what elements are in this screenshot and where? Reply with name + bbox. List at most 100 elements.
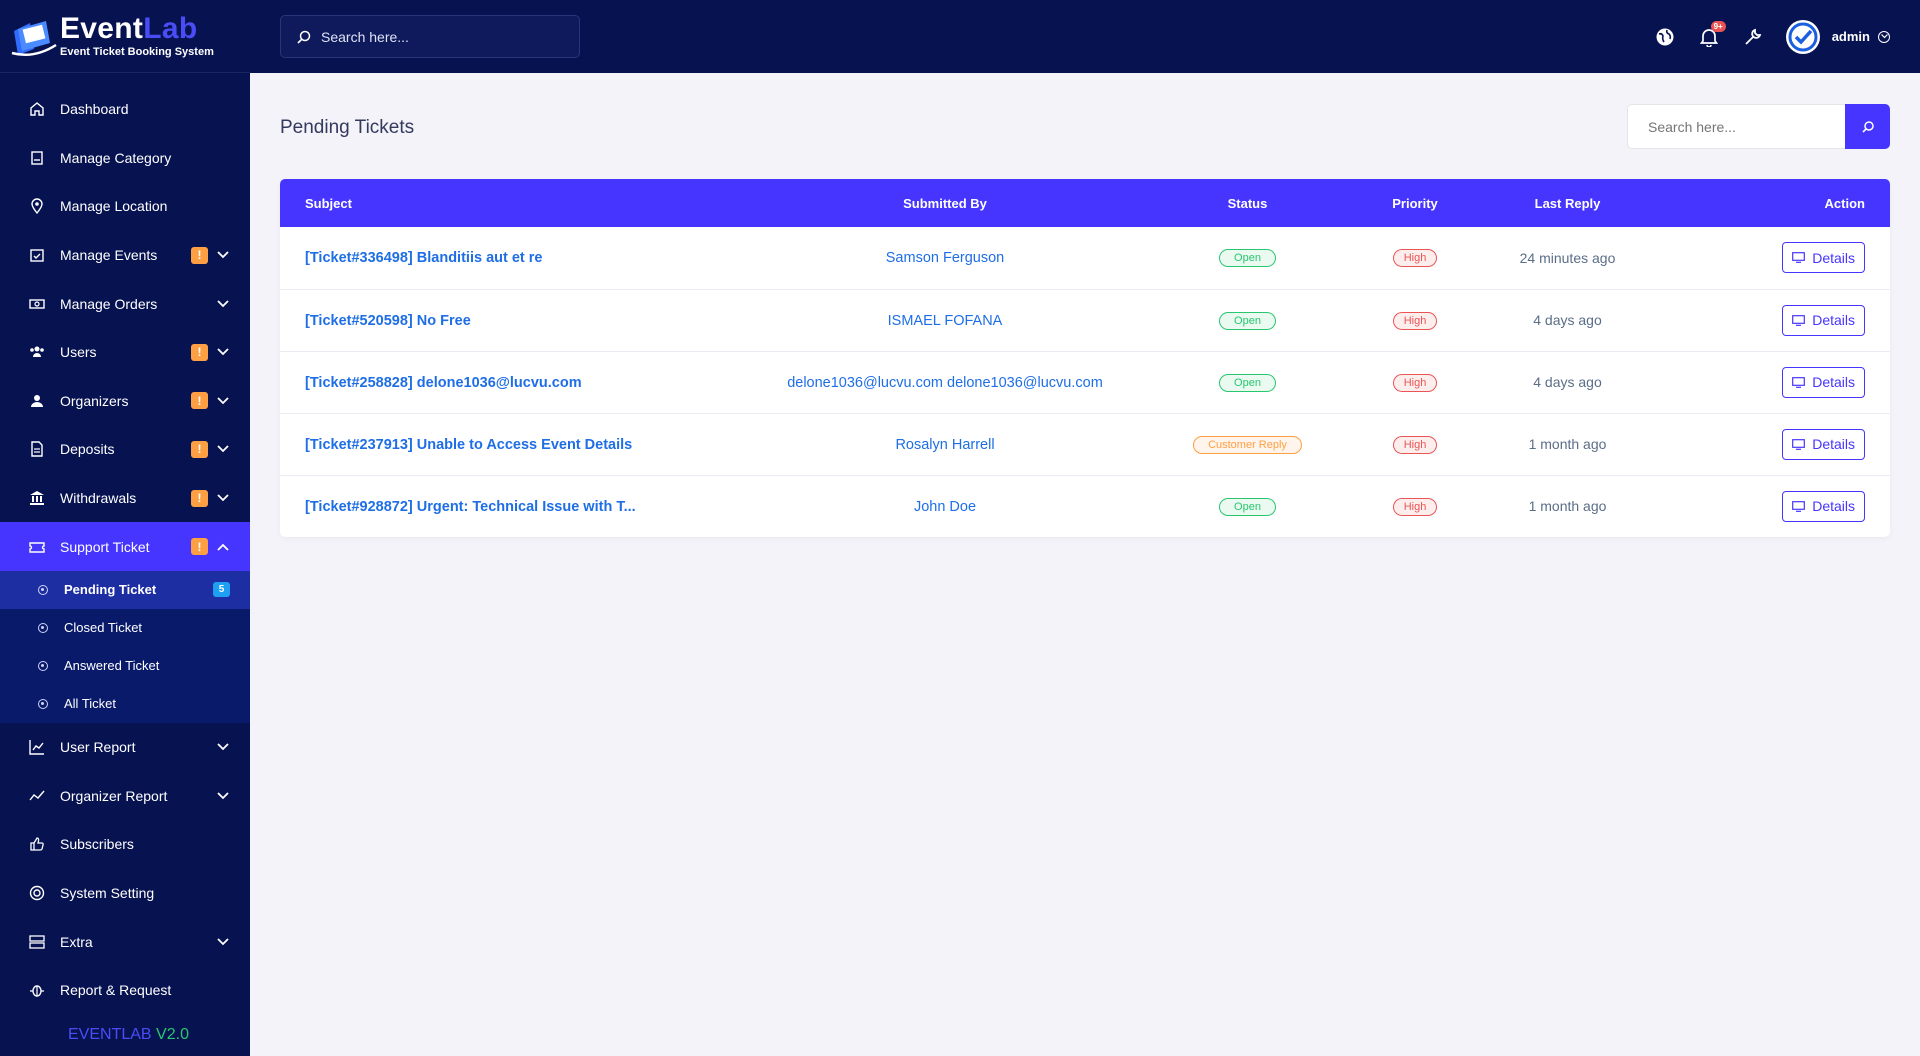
chevron-down-circle-icon[interactable] — [1878, 30, 1890, 43]
support-ticket-submenu: Pending Ticket 5 Closed Ticket Answered … — [0, 570, 250, 723]
trend-icon — [28, 787, 46, 805]
last-reply: 1 month ago — [1528, 498, 1607, 515]
home-icon — [28, 100, 46, 118]
warning-badge: ! — [191, 246, 208, 264]
topbar-actions: 9+ admin — [1632, 0, 1890, 73]
warning-badge: ! — [191, 489, 208, 507]
details-button[interactable]: Details — [1782, 428, 1865, 460]
details-button[interactable]: Details — [1782, 490, 1865, 522]
priority-badge: High — [1392, 311, 1438, 330]
chevron-down-icon — [216, 937, 230, 946]
col-header-submitted-by: Submitted By — [903, 195, 987, 211]
circle-dot-icon — [38, 698, 48, 709]
avatar[interactable] — [1785, 19, 1820, 54]
last-reply: 4 days ago — [1533, 374, 1602, 390]
book-icon — [28, 149, 46, 167]
status-badge: Open — [1219, 497, 1276, 516]
sidebar-item-report-request[interactable]: Report & Request — [0, 966, 250, 1015]
col-header-action: Action — [1824, 195, 1865, 211]
sidebar-subitem-answered-ticket[interactable]: Answered Ticket — [0, 647, 250, 685]
page-search-input[interactable] — [1627, 104, 1845, 149]
ticket-subject-link[interactable]: [Ticket#258828] delone1036@lucvu.com — [305, 375, 582, 391]
sidebar-menu-lower: User Report Organizer Report Subscribers… — [0, 723, 250, 1015]
organizers-icon — [28, 392, 46, 410]
submitted-by-link[interactable]: John Doe — [914, 499, 976, 515]
chevron-down-icon — [216, 300, 230, 308]
wrench-icon[interactable] — [1742, 26, 1764, 48]
priority-badge: High — [1392, 249, 1438, 268]
warning-badge: ! — [191, 392, 208, 410]
sidebar-item-organizer-report[interactable]: Organizer Report — [0, 772, 250, 821]
bell-icon[interactable]: 9+ — [1698, 20, 1726, 48]
bug-icon — [28, 981, 46, 999]
sidebar-item-system-setting[interactable]: System Setting — [0, 869, 250, 918]
details-button[interactable]: Details — [1782, 366, 1865, 398]
circle-dot-icon — [38, 660, 48, 671]
sidebar: EventLab Event Ticket Booking System Das… — [0, 0, 250, 1056]
sidebar-item-users[interactable]: Users ! — [0, 328, 250, 377]
server-icon — [28, 933, 46, 951]
search-button[interactable] — [1845, 104, 1890, 149]
sidebar-item-withdrawals[interactable]: Withdrawals ! — [0, 474, 250, 523]
sidebar-item-user-report[interactable]: User Report — [0, 723, 250, 772]
status-badge: Customer Reply — [1193, 435, 1302, 454]
users-icon — [28, 343, 46, 361]
app-version: EVENTLAB V2.0 — [68, 1026, 189, 1043]
globe-icon[interactable] — [1654, 26, 1676, 48]
circle-dot-icon — [38, 622, 48, 633]
col-header-subject: Subject — [305, 195, 352, 211]
warning-badge: ! — [191, 440, 208, 458]
sidebar-item-subscribers[interactable]: Subscribers — [0, 820, 250, 869]
table-row: [Ticket#258828] delone1036@lucvu.com del… — [280, 351, 1890, 413]
details-button[interactable]: Details — [1782, 242, 1865, 274]
topbar: Search here... 9+ admin — [250, 0, 1920, 73]
sidebar-item-deposits[interactable]: Deposits ! — [0, 425, 250, 474]
ticket-subject-link[interactable]: [Ticket#928872] Urgent: Technical Issue … — [305, 499, 636, 515]
circle-dot-icon — [38, 584, 48, 595]
sidebar-subitem-pending-ticket[interactable]: Pending Ticket 5 — [0, 570, 250, 609]
submitted-by-link[interactable]: Rosalyn Harrell — [895, 437, 994, 453]
brand-name: EventLab — [60, 12, 198, 45]
main-content: Pending Tickets Subject Submitted By Sta… — [250, 73, 1920, 1056]
submitted-by-link[interactable]: Samson Ferguson — [886, 250, 1004, 266]
sidebar-item-support-ticket[interactable]: Support Ticket ! — [0, 522, 250, 571]
brand[interactable]: EventLab Event Ticket Booking System — [0, 0, 250, 73]
sidebar-item-dashboard[interactable]: Dashboard — [0, 85, 250, 134]
desktop-icon — [1792, 314, 1806, 326]
desktop-icon — [1792, 500, 1806, 512]
col-header-last-reply: Last Reply — [1534, 195, 1601, 211]
map-pin-icon — [28, 197, 46, 215]
sidebar-item-organizers[interactable]: Organizers ! — [0, 377, 250, 426]
chart-icon — [28, 738, 46, 756]
ticket-subject-link[interactable]: [Ticket#520598] No Free — [305, 313, 471, 329]
chevron-down-icon — [216, 743, 230, 751]
last-reply: 1 month ago — [1528, 436, 1607, 452]
life-ring-icon — [28, 884, 46, 902]
status-badge: Open — [1219, 311, 1276, 330]
ticket-subject-link[interactable]: [Ticket#336498] Blanditiis aut et re — [305, 250, 542, 266]
topbar-search-input[interactable]: Search here... — [280, 15, 580, 58]
table-row: [Ticket#928872] Urgent: Technical Issue … — [280, 475, 1890, 537]
chevron-down-icon — [216, 445, 230, 453]
file-invoice-icon — [28, 440, 46, 458]
col-header-status: Status — [1227, 195, 1268, 211]
tickets-table-card: Subject Submitted By Status Priority Las… — [280, 179, 1890, 537]
sidebar-subitem-all-ticket[interactable]: All Ticket — [0, 685, 250, 723]
submitted-by-link[interactable]: delone1036@lucvu.com delone1036@lucvu.co… — [787, 375, 1103, 391]
details-button[interactable]: Details — [1782, 304, 1865, 336]
user-name[interactable]: admin — [1832, 29, 1870, 44]
warning-badge: ! — [191, 538, 208, 556]
sidebar-item-manage-orders[interactable]: Manage Orders — [0, 279, 250, 328]
sidebar-subitem-closed-ticket[interactable]: Closed Ticket — [0, 609, 250, 647]
sidebar-item-manage-events[interactable]: Manage Events ! — [0, 231, 250, 280]
page-search — [1627, 104, 1890, 149]
sidebar-menu: Dashboard Manage Category Manage Locatio… — [0, 73, 250, 571]
priority-badge: High — [1392, 435, 1438, 454]
ticket-subject-link[interactable]: [Ticket#237913] Unable to Access Event D… — [305, 437, 632, 453]
sidebar-item-manage-location[interactable]: Manage Location — [0, 182, 250, 231]
sidebar-item-manage-category[interactable]: Manage Category — [0, 134, 250, 183]
sidebar-item-extra[interactable]: Extra — [0, 917, 250, 966]
bank-icon — [28, 489, 46, 507]
submitted-by-link[interactable]: ISMAEL FOFANA — [888, 313, 1003, 329]
notification-count: 9+ — [1710, 20, 1726, 32]
